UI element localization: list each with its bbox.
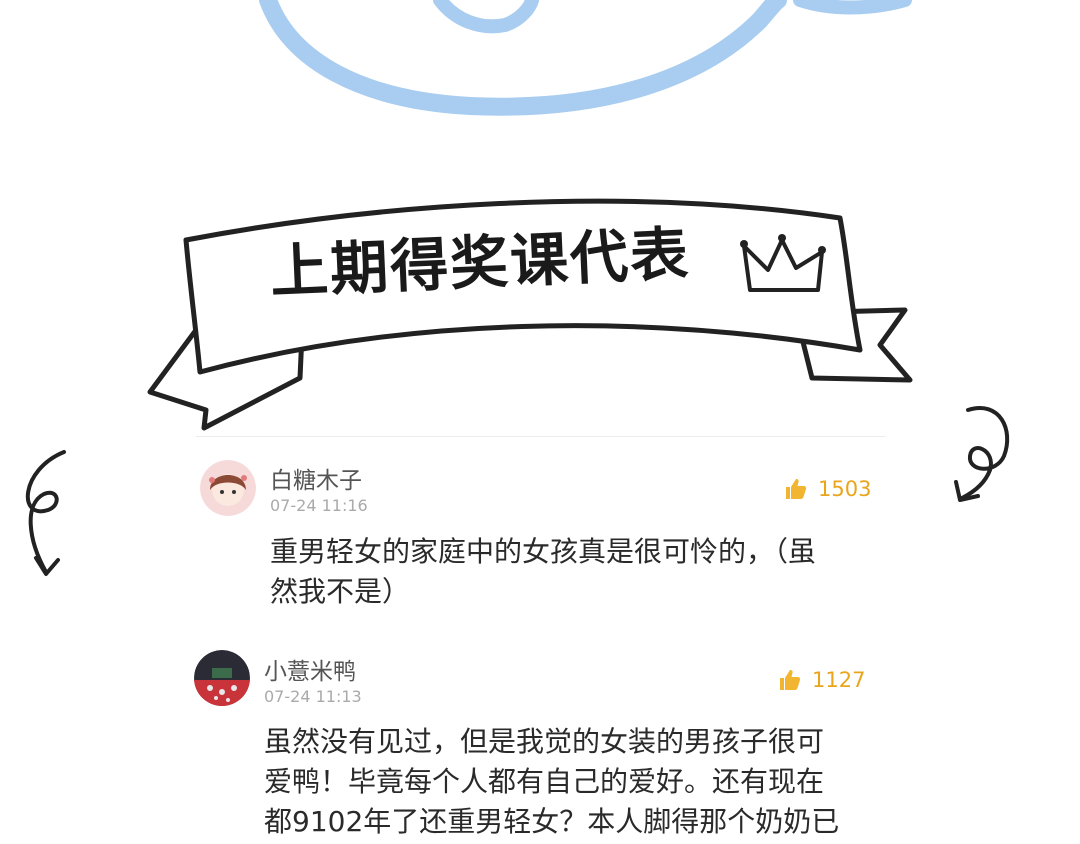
comment-line: 重男轻女的家庭中的女孩真是很可怜的，（虽 [270,535,817,568]
comment-line: 爱鸭！毕竟每个人都有自己的爱好。还有现在 [264,765,825,798]
like-button[interactable]: 1127 [778,668,865,692]
right-curl-arrow-decoration [954,406,1010,502]
comment-body: 虽然没有见过，但是我觉的女装的男孩子很可 爱鸭！毕竟每个人都有自己的爱好。还有现… [264,722,864,842]
comment-username[interactable]: 白糖木子 [270,461,362,495]
like-button[interactable]: 1503 [784,477,871,501]
comment-line: 虽然没有见过，但是我觉的女装的男孩子很可 [264,725,825,758]
avatar[interactable] [194,650,250,706]
comment-timestamp: 07-24 11:13 [264,687,362,706]
comment-line: 然我不是） [270,575,411,608]
thumbs-up-icon [780,670,801,690]
thumbs-up-icon [786,479,807,499]
like-count: 1503 [818,477,872,501]
divider [196,436,886,437]
comment-body: 重男轻女的家庭中的女孩真是很可怜的，（虽 然我不是） [270,532,870,612]
comment-timestamp: 07-24 11:16 [270,496,368,515]
avatar[interactable] [200,460,256,516]
comment-username[interactable]: 小薏米鸭 [264,652,356,686]
comment-line: 都9102年了还重男轻女？本人脚得那个奶奶已 [264,805,840,838]
like-count: 1127 [812,668,866,692]
